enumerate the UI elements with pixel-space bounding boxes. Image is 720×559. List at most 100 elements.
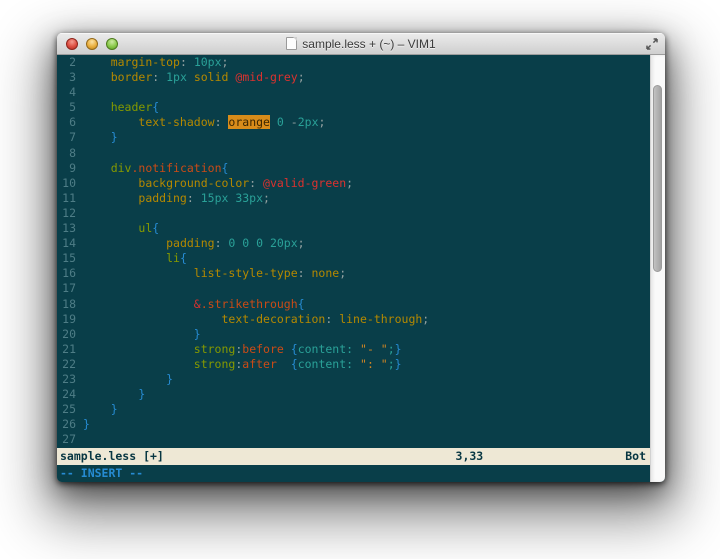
statusline-filename: sample.less [+] [60,448,164,465]
syntax-token: ul [138,221,152,235]
syntax-token: : [298,266,312,280]
syntax-token [83,372,166,386]
line-number: 16 [57,266,83,281]
line-number: 7 [57,130,83,145]
syntax-token [83,191,138,205]
code-line: 15 li{ [57,251,650,266]
syntax-token: margin-top [111,55,180,69]
minimize-button[interactable] [86,38,98,50]
code-line: 24 } [57,387,650,402]
line-number: 23 [57,372,83,387]
syntax-token: 0 [277,115,284,129]
syntax-token: "- " [360,342,388,356]
code-line: 22 strong:after {content: ": ";} [57,357,650,372]
syntax-token: padding [138,191,186,205]
code-line: 26} [57,417,650,432]
syntax-token: content: [298,342,353,356]
syntax-token [270,115,277,129]
code-text: &.strikethrough{ [83,297,305,312]
syntax-token: strong [194,357,236,371]
syntax-token: strong [194,342,236,356]
zoom-button[interactable] [106,38,118,50]
code-line: 18 &.strikethrough{ [57,297,650,312]
code-line: 12 [57,206,650,221]
syntax-token: list-style-type [194,266,298,280]
code-area[interactable]: 2 margin-top: 10px;3 border: 1px solid @… [57,55,650,448]
line-number: 24 [57,387,83,402]
titlebar[interactable]: sample.less + (~) – VIM1 [57,33,665,55]
syntax-token: & [194,297,201,311]
syntax-token: 1px [166,70,187,84]
syntax-token: ; [339,266,346,280]
syntax-token [83,297,194,311]
code-line: 8 [57,146,650,161]
syntax-token: .notification [131,161,221,175]
syntax-token [284,115,291,129]
syntax-token [83,327,194,341]
syntax-token [277,357,291,371]
line-number: 25 [57,402,83,417]
syntax-token: } [194,327,201,341]
syntax-token [83,55,111,69]
line-number: 3 [57,70,83,85]
line-number: 9 [57,161,83,176]
syntax-token: ": " [360,357,388,371]
syntax-token [353,357,360,371]
syntax-token: : [325,312,339,326]
syntax-token: } [111,130,118,144]
syntax-token: : [180,55,194,69]
line-number: 13 [57,221,83,236]
line-number: 17 [57,281,83,296]
syntax-token: background-color [138,176,249,190]
syntax-token [83,70,111,84]
code-text: text-decoration: line-through; [83,312,429,327]
line-number: 18 [57,297,83,312]
syntax-token: .strikethrough [201,297,298,311]
fullscreen-expand-icon[interactable] [646,38,658,50]
editor-pane: 2 margin-top: 10px;3 border: 1px solid @… [57,55,650,482]
syntax-token: 15px 33px [201,191,263,205]
syntax-token [83,161,111,175]
syntax-token: ; [298,70,305,84]
code-text: border: 1px solid @mid-grey; [83,70,305,85]
scrollbar-thumb[interactable] [653,85,662,272]
line-number: 15 [57,251,83,266]
line-number: 14 [57,236,83,251]
syntax-token: line-through [339,312,422,326]
syntax-token: } [111,402,118,416]
line-number: 22 [57,357,83,372]
line-number: 4 [57,85,83,100]
syntax-token: { [298,297,305,311]
syntax-token: ; [346,176,353,190]
syntax-token [83,176,138,190]
syntax-token: : [215,236,229,250]
vertical-scrollbar[interactable] [650,55,665,482]
syntax-token: 10px [194,55,222,69]
syntax-token: : [249,176,263,190]
window-body: 2 margin-top: 10px;3 border: 1px solid @… [57,55,665,482]
line-number: 12 [57,206,83,221]
line-number: 8 [57,146,83,161]
code-text: strong:before {content: "- ";} [83,342,402,357]
close-button[interactable] [66,38,78,50]
syntax-token [83,115,138,129]
vim-window: sample.less + (~) – VIM1 2 margin-top: 1… [57,33,665,482]
code-text: padding: 0 0 0 20px; [83,236,305,251]
code-text: header{ [83,100,159,115]
code-text: margin-top: 10px; [83,55,228,70]
code-line: 13 ul{ [57,221,650,236]
code-line: 4 [57,85,650,100]
window-title: sample.less + (~) – VIM1 [302,37,435,51]
line-number: 10 [57,176,83,191]
syntax-token [83,251,166,265]
code-text: } [83,372,173,387]
line-number: 2 [57,55,83,70]
syntax-token: text-shadow [138,115,214,129]
syntax-token: none [312,266,340,280]
code-line: 21 strong:before {content: "- ";} [57,342,650,357]
syntax-token: } [395,357,402,371]
code-line: 10 background-color: @valid-green; [57,176,650,191]
code-line: 16 list-style-type: none; [57,266,650,281]
line-number: 21 [57,342,83,357]
syntax-token: : [187,191,201,205]
